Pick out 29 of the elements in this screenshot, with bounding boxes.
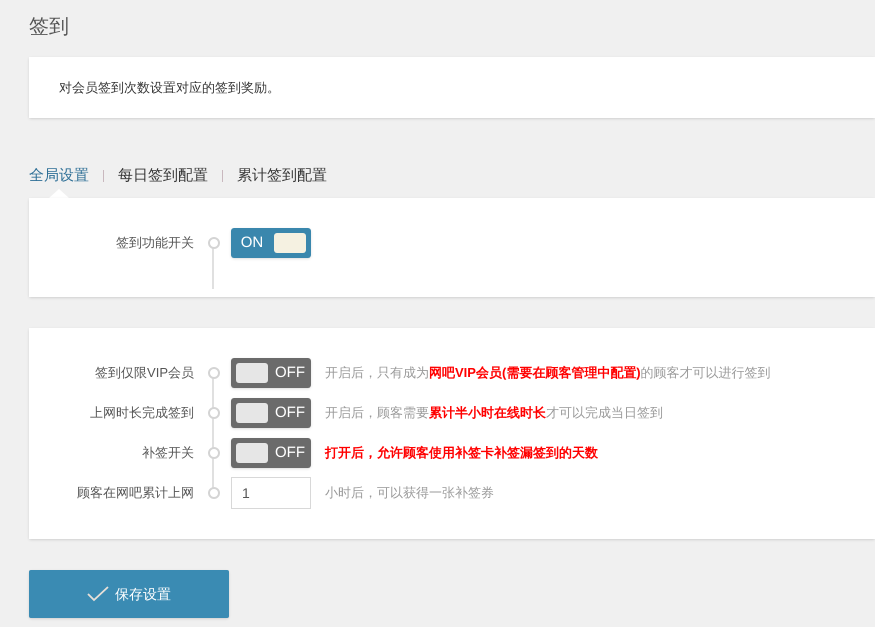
switch-knob bbox=[274, 233, 306, 253]
toggle-switch[interactable]: OFF bbox=[231, 398, 311, 428]
setting-label: 签到仅限VIP会员 bbox=[94, 364, 194, 382]
page-title: 签到 bbox=[29, 15, 70, 40]
setting-label: 顾客在网吧累计上网 bbox=[76, 484, 194, 502]
hint-text: 打开后，允许顾客使用补签卡补签漏签到的天数 bbox=[325, 444, 598, 462]
switch-label: OFF bbox=[274, 442, 306, 463]
setting-label: 签到功能开关 bbox=[115, 234, 194, 252]
setting-label: 补签开关 bbox=[141, 444, 194, 462]
toggle-switch[interactable]: OFF bbox=[231, 438, 311, 468]
switch-label: ON bbox=[240, 232, 264, 253]
switch-knob bbox=[236, 403, 268, 423]
toggle-switch[interactable]: ON bbox=[231, 228, 311, 258]
setting-label: 上网时长完成签到 bbox=[89, 404, 194, 422]
hint-text: 小时后，可以获得一张补签券 bbox=[325, 484, 494, 502]
switch-knob bbox=[236, 443, 268, 463]
tab[interactable]: 累计签到配置 bbox=[237, 164, 327, 188]
intro-card: 对会员签到次数设置对应的签到奖励。 bbox=[29, 57, 875, 118]
toggle-switch[interactable]: OFF bbox=[231, 358, 311, 388]
save-button[interactable]: 保存设置 bbox=[29, 570, 229, 618]
tab[interactable]: 每日签到配置 bbox=[118, 164, 208, 188]
switch-label: OFF bbox=[274, 402, 306, 423]
input-field[interactable]: 1 bbox=[231, 477, 311, 509]
hint-text: 开启后，顾客需要累计半小时在线时长才可以完成当日签到 bbox=[325, 404, 663, 422]
tab[interactable]: 全局设置 bbox=[29, 164, 89, 188]
switch-label: OFF bbox=[274, 362, 306, 383]
hint-text: 开启后，只有成为网吧VIP会员(需要在顾客管理中配置)的顾客才可以进行签到 bbox=[325, 364, 771, 382]
switch-knob bbox=[236, 363, 268, 383]
check-icon bbox=[87, 586, 109, 602]
